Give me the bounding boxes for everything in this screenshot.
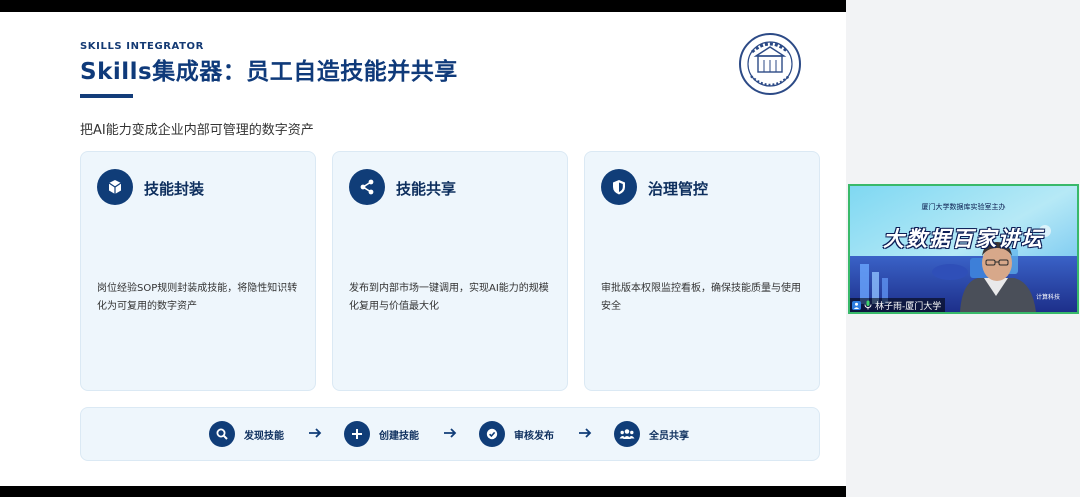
- letterbox-bottom: [0, 486, 846, 497]
- arrow-right-icon: [309, 428, 322, 438]
- check-icon: [479, 421, 505, 447]
- shield-icon: [601, 169, 637, 205]
- feature-card-title: 治理管控: [648, 180, 709, 198]
- share-icon: [349, 169, 385, 205]
- workflow-step: 审核发布: [479, 420, 554, 448]
- participant-video-tile[interactable]: 厦门大学数据库实验室主办 大数据百家讲坛 计算科技 林子雨-厦门大学: [848, 184, 1079, 314]
- workflow-bar: 发现技能 创建技能 审核发布 全员共享: [80, 407, 820, 461]
- participant-name-tag: 林子雨-厦门大学: [850, 298, 946, 312]
- arrow-right-icon: [579, 428, 592, 438]
- plus-icon: [344, 421, 370, 447]
- search-icon: [209, 421, 235, 447]
- microphone-icon: [864, 300, 872, 310]
- feature-card-title: 技能封装: [144, 180, 205, 198]
- feature-cards: 技能封装 岗位经验SOP规则封装成技能，将隐性知识转化为可复用的数字资产 技能共…: [80, 151, 820, 391]
- slide-subtitle: 把AI能力变成企业内部可管理的数字资产: [80, 123, 314, 138]
- workflow-step: 发现技能: [209, 420, 284, 448]
- letterbox-top: [0, 0, 846, 12]
- workflow-step: 创建技能: [344, 420, 419, 448]
- feature-card-description: 发布到内部市场一键调用，实现AI能力的规模化复用与价值最大化: [349, 283, 549, 312]
- workflow-step-label: 全员共享: [649, 430, 689, 442]
- title-underline: [80, 94, 133, 98]
- participant-name: 林子雨-厦门大学: [875, 301, 942, 312]
- banner-top-text: 厦门大学数据库实验室主办: [921, 203, 1006, 211]
- cube-icon: [97, 169, 133, 205]
- feature-card: 技能封装 岗位经验SOP规则封装成技能，将隐性知识转化为可复用的数字资产: [80, 151, 316, 391]
- group-icon: [614, 421, 640, 447]
- slide-eyebrow: SKILLS INTEGRATOR: [80, 41, 204, 52]
- feature-card: 治理管控 审批版本权限监控看板，确保技能质量与使用安全: [584, 151, 820, 391]
- workflow-step: 全员共享: [614, 420, 689, 448]
- presentation-area: SKILLS INTEGRATOR Skills集成器：员工自造技能并共享 把A…: [0, 0, 846, 497]
- feature-card-title: 技能共享: [396, 180, 457, 198]
- slide: SKILLS INTEGRATOR Skills集成器：员工自造技能并共享 把A…: [0, 12, 846, 486]
- workflow-step-label: 创建技能: [379, 430, 419, 442]
- workflow-step-label: 审核发布: [514, 430, 554, 442]
- feature-card-description: 岗位经验SOP规则封装成技能，将隐性知识转化为可复用的数字资产: [97, 283, 298, 312]
- university-seal-logo: [739, 33, 801, 95]
- slide-title: Skills集成器：员工自造技能并共享: [80, 59, 458, 85]
- feature-card: 技能共享 发布到内部市场一键调用，实现AI能力的规模化复用与价值最大化: [332, 151, 568, 391]
- arrow-right-icon: [444, 428, 457, 438]
- feature-card-description: 审批版本权限监控看板，确保技能质量与使用安全: [601, 283, 801, 312]
- workflow-step-label: 发现技能: [244, 430, 284, 442]
- banner-title: 大数据百家讲坛: [883, 226, 1044, 251]
- banner-corner-text: 计算科技: [1036, 294, 1061, 301]
- user-icon: [852, 300, 861, 310]
